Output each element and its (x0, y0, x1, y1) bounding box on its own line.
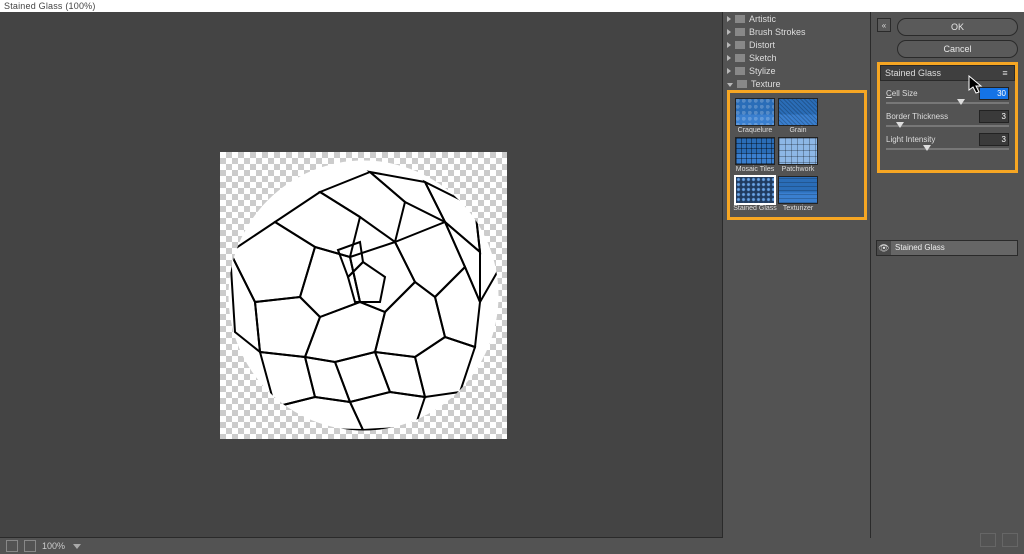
controls-panel: « OK Cancel Stained Glass ≡ Cell Size 30… (870, 12, 1024, 538)
texture-thumb-grid: Craquelure Grain Mosaic Tiles Patchwork Stai… (727, 90, 867, 220)
thumb-image (778, 98, 818, 126)
cell-size-input[interactable]: 30 (979, 87, 1009, 100)
border-thickness-slider[interactable] (886, 125, 1009, 127)
panel-collapse-icon[interactable]: « (877, 18, 891, 32)
cell-size-label: Cell Size (886, 89, 918, 98)
thumb-label: Texturizer (783, 205, 813, 212)
window-title: Stained Glass (100%) (0, 0, 1024, 12)
category-texture[interactable]: Texture (723, 77, 871, 90)
thumb-grain[interactable]: Grain (778, 98, 818, 134)
effects-tools (876, 532, 1018, 548)
thumb-image (778, 137, 818, 165)
thumb-mosaic[interactable]: Mosaic Tiles (735, 137, 775, 173)
thumb-label: Patchwork (782, 166, 815, 173)
thumb-label: Mosaic Tiles (736, 166, 775, 173)
thumb-sg[interactable]: Stained Glass (735, 176, 775, 212)
folder-icon (737, 80, 747, 88)
thumb-tex[interactable]: Texturizer (778, 176, 818, 212)
effect-row[interactable]: 👁 Stained Glass (876, 240, 1018, 256)
delete-effect-icon[interactable] (1002, 533, 1018, 547)
cancel-button[interactable]: Cancel (897, 40, 1018, 58)
category-label: Texture (751, 79, 781, 89)
visibility-icon[interactable]: 👁 (877, 243, 891, 254)
light-intensity-input[interactable]: 3 (979, 133, 1009, 146)
disclosure-icon (727, 29, 731, 35)
thumb-label: Grain (789, 127, 806, 134)
params-menu-icon[interactable]: ≡ (1000, 66, 1010, 80)
disclosure-icon (727, 55, 731, 61)
light-intensity-label: Light Intensity (886, 135, 935, 144)
disclosure-icon (727, 83, 733, 87)
zoom-out-icon[interactable] (6, 540, 18, 552)
category-label: Sketch (749, 53, 777, 63)
category-distort[interactable]: Distort (723, 38, 871, 51)
filter-params: Stained Glass ≡ Cell Size 30 Border Thic… (877, 62, 1018, 173)
category-artistic[interactable]: Artistic (723, 12, 871, 25)
folder-icon (735, 67, 745, 75)
filter-gallery-panel: Artistic Brush Strokes Distort Sketch Styliz… (722, 12, 871, 538)
folder-icon (735, 15, 745, 23)
category-label: Brush Strokes (749, 27, 806, 37)
thumb-label: Stained Glass (733, 205, 777, 212)
category-brush-strokes[interactable]: Brush Strokes (723, 25, 871, 38)
thumb-image (735, 98, 775, 126)
effect-name: Stained Glass (891, 241, 1017, 255)
category-label: Stylize (749, 66, 776, 76)
disclosure-icon (727, 68, 731, 74)
category-stylize[interactable]: Stylize (723, 64, 871, 77)
folder-icon (735, 54, 745, 62)
effects-list: 👁 Stained Glass (876, 240, 1018, 256)
thumb-image (778, 176, 818, 204)
category-label: Distort (749, 40, 775, 50)
new-effect-icon[interactable] (980, 533, 996, 547)
ok-button[interactable]: OK (897, 18, 1018, 36)
category-sketch[interactable]: Sketch (723, 51, 871, 64)
thumb-image (735, 176, 775, 204)
border-thickness-label: Border Thickness (886, 112, 948, 121)
workspace: 100% Artistic Brush Strokes Distort Sketch S… (0, 12, 1024, 554)
thumb-label: Craquelure (738, 127, 773, 134)
disclosure-icon (727, 42, 731, 48)
light-intensity-slider[interactable] (886, 148, 1009, 150)
preview-canvas[interactable] (220, 152, 507, 439)
thumb-image (735, 137, 775, 165)
folder-icon (735, 28, 745, 36)
zoom-level[interactable]: 100% (42, 541, 65, 551)
zoom-menu-icon[interactable] (73, 544, 81, 549)
cell-size-slider[interactable] (886, 102, 1009, 104)
filter-params-title: Stained Glass (885, 68, 941, 78)
thumb-patch[interactable]: Patchwork (778, 137, 818, 173)
border-thickness-input[interactable]: 3 (979, 110, 1009, 123)
zoom-in-icon[interactable] (24, 540, 36, 552)
status-bar: 100% (0, 537, 1024, 554)
folder-icon (735, 41, 745, 49)
thumb-craq[interactable]: Craquelure (735, 98, 775, 134)
category-label: Artistic (749, 14, 776, 24)
disclosure-icon (727, 16, 731, 22)
